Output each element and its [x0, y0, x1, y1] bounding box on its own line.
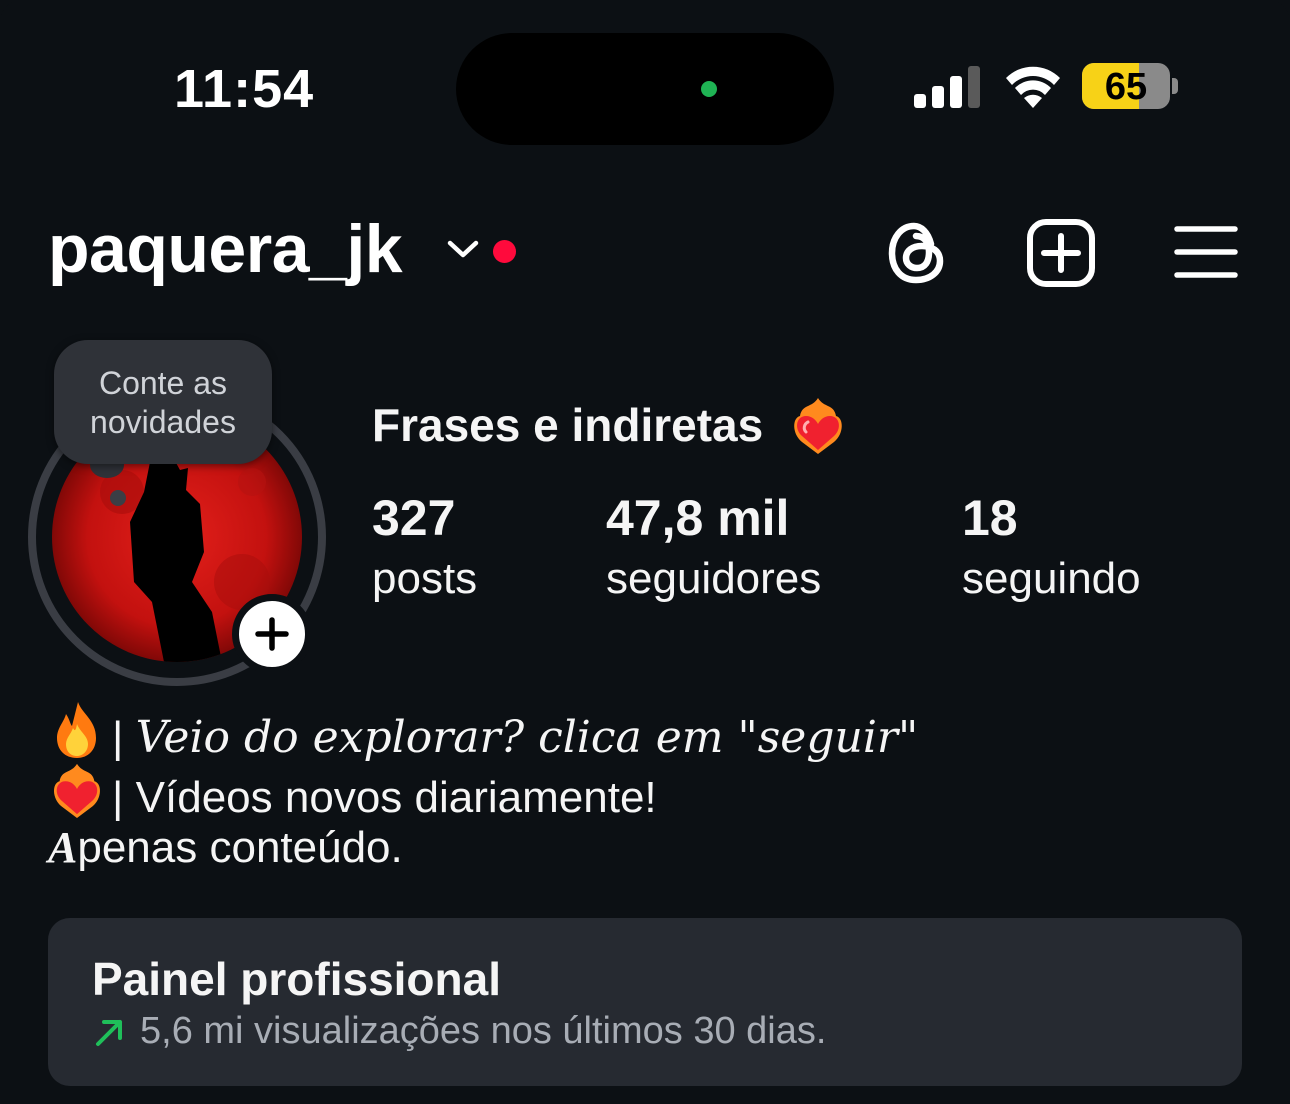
create-post-icon[interactable]	[1026, 218, 1096, 288]
following-count: 18	[962, 490, 1018, 546]
chevron-down-icon[interactable]	[446, 238, 480, 260]
bio-line-1: | Veio do explorar? clica em "seguir"	[48, 700, 918, 763]
dashboard-title: Painel profissional	[92, 953, 501, 1005]
professional-dashboard-card[interactable]: Painel profissional 5,6 mi visualizações…	[48, 918, 1242, 1086]
bio-text-2: Vídeos novos diariamente!	[135, 773, 657, 822]
bio-line-2: | Vídeos novos diariamente!	[48, 760, 657, 823]
bio-styled-initial: A	[48, 823, 78, 872]
following-label: seguindo	[962, 554, 1141, 603]
heart-on-fire-icon	[54, 763, 100, 819]
bio-text-3: penas conteúdo.	[77, 823, 403, 872]
posts-label: posts	[372, 554, 478, 603]
add-story-button[interactable]	[232, 594, 312, 674]
battery-percent: 65	[1104, 66, 1148, 108]
posts-stat[interactable]: 327 posts	[372, 488, 477, 610]
threads-icon[interactable]	[884, 218, 950, 288]
notification-dot	[493, 240, 516, 263]
followers-label: seguidores	[606, 554, 822, 603]
bio-text-1: Veio do explorar? clica em "seguir"	[135, 712, 919, 763]
posts-count: 327	[372, 490, 456, 546]
dynamic-island	[456, 33, 834, 145]
note-bubble-line2: novidades	[90, 404, 236, 440]
battery-cap	[1172, 78, 1178, 94]
note-bubble-line1: Conte as	[98, 365, 228, 401]
menu-icon[interactable]	[1174, 224, 1238, 280]
following-stat[interactable]: 18 seguindo	[962, 488, 1141, 610]
wifi-icon	[1006, 66, 1060, 108]
followers-stat[interactable]: 47,8 mil seguidores	[606, 488, 821, 610]
note-bubble[interactable]: Conte as novidades	[54, 340, 272, 464]
battery-indicator: 65	[1082, 63, 1170, 109]
note-bubble-tail-dot	[110, 490, 126, 506]
account-switcher-username[interactable]: paquera_jk	[48, 210, 403, 288]
bio-line-3: Apenas conteúdo.	[48, 822, 403, 873]
plus-icon	[255, 617, 289, 651]
camera-indicator-dot	[701, 81, 717, 97]
bio-separator-2: |	[112, 773, 124, 822]
dashboard-subtitle: 5,6 mi visualizações nos últimos 30 dias…	[140, 1010, 827, 1052]
display-name: Frases e indiretas	[372, 399, 764, 451]
profile-screen: 11:54 65 paquera_jk Conte as novidades F…	[0, 0, 1290, 1104]
trend-up-icon	[96, 1020, 122, 1046]
bio-separator-1: |	[112, 713, 124, 762]
heart-on-fire-icon	[794, 398, 842, 454]
followers-count: 47,8 mil	[606, 490, 790, 546]
cellular-signal-icon	[914, 66, 980, 108]
fire-icon	[57, 702, 96, 758]
status-time: 11:54	[174, 59, 315, 119]
